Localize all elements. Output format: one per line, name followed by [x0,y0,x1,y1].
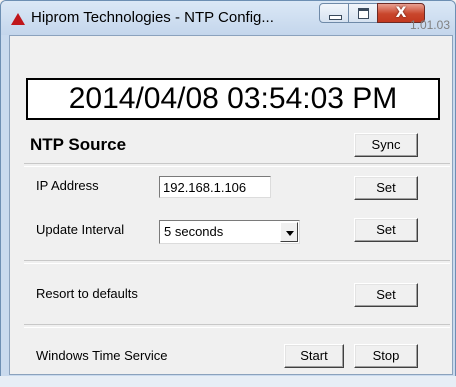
chevron-down-icon[interactable] [280,222,298,242]
app-icon[interactable] [11,13,25,25]
maximize-icon [358,8,369,19]
maximize-button[interactable] [348,3,378,23]
ip-address-label: IP Address [36,178,99,193]
start-button[interactable]: Start [284,344,344,368]
ip-set-button[interactable]: Set [354,176,418,200]
update-interval-label: Update Interval [36,222,125,237]
window-bottom-edge [0,376,456,387]
stop-button[interactable]: Stop [354,344,418,368]
separator [24,163,450,167]
minimize-icon [329,15,342,20]
resort-defaults-label: Resort to defaults [36,286,138,301]
defaults-set-button[interactable]: Set [354,283,418,307]
sync-button[interactable]: Sync [354,133,418,157]
version-label: 1.01.03 [409,18,450,32]
interval-set-button[interactable]: Set [354,218,418,242]
ip-address-input[interactable] [159,176,271,198]
update-interval-select[interactable]: 5 seconds [159,220,300,244]
clock-display: 2014/04/08 03:54:03 PM [26,78,440,120]
title-bar[interactable]: Hiprom Technologies - NTP Config... X [1,1,455,35]
update-interval-value: 5 seconds [164,224,224,239]
minimize-button[interactable] [319,3,349,23]
window-title: Hiprom Technologies - NTP Config... [31,9,274,26]
ntp-source-title: NTP Source [30,135,127,154]
windows-time-label: Windows Time Service [36,348,168,363]
separator [24,260,450,264]
separator [24,324,450,328]
